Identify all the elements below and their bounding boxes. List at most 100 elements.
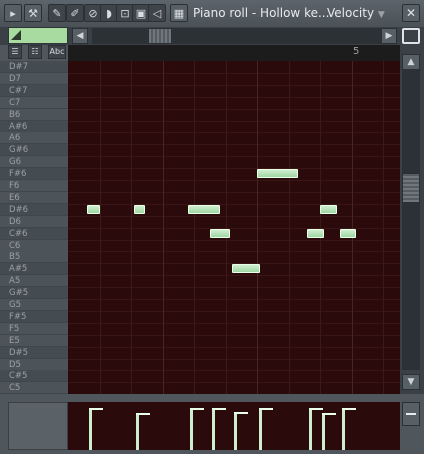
grid-row-line	[68, 251, 400, 252]
piano-key[interactable]: D#7	[0, 61, 68, 73]
velocity-cap	[212, 408, 226, 410]
horizontal-scroll-track[interactable]	[92, 28, 381, 44]
close-button[interactable]: ✕	[402, 4, 420, 22]
velocity-cap	[89, 408, 103, 410]
piano-key[interactable]: B5	[0, 251, 68, 263]
velocity-cap	[259, 408, 273, 410]
grid-row-line	[68, 97, 400, 98]
grid-row-line	[68, 311, 400, 312]
piano-key[interactable]: A5	[0, 275, 68, 287]
piano-key[interactable]: F6	[0, 180, 68, 192]
piano-key[interactable]: D#6	[0, 204, 68, 216]
event-separator[interactable]	[0, 394, 424, 402]
piano-key[interactable]: E6	[0, 192, 68, 204]
velocity-bar[interactable]	[309, 408, 312, 450]
note-block[interactable]	[232, 264, 260, 273]
piano-key[interactable]: B6	[0, 109, 68, 121]
velocity-bar[interactable]	[190, 408, 193, 450]
grid-row-line	[68, 73, 400, 74]
piano-key[interactable]: D#5	[0, 347, 68, 359]
piano-key[interactable]: D6	[0, 216, 68, 228]
piano-key[interactable]: C5	[0, 382, 68, 394]
velocity-cap	[322, 413, 336, 415]
scroll-down-button[interactable]: ▼	[402, 374, 420, 390]
grid-row-line	[68, 85, 400, 86]
velocity-bar[interactable]	[342, 408, 345, 450]
grid-beat-line	[100, 61, 101, 394]
grid-row-line	[68, 275, 400, 276]
velocity-bar[interactable]	[322, 413, 325, 450]
piano-key[interactable]: F#6	[0, 168, 68, 180]
velocity-bar[interactable]	[259, 408, 262, 450]
note-block[interactable]	[340, 229, 356, 238]
piano-key[interactable]: D7	[0, 73, 68, 85]
bar-number: 5	[353, 46, 360, 57]
piano-key[interactable]: G6	[0, 156, 68, 168]
note-grid[interactable]	[68, 61, 400, 394]
scroll-left-button[interactable]: ◀	[72, 28, 88, 44]
grid-beat-line	[383, 61, 384, 394]
pencil-icon[interactable]: ✎	[48, 4, 66, 22]
grid-row-line	[68, 323, 400, 324]
piano-key[interactable]: C#6	[0, 228, 68, 240]
scroll-up-button[interactable]: ▲	[402, 54, 420, 70]
horizontal-scroll-thumb[interactable]	[148, 28, 172, 44]
timeline-ruler[interactable]: 5	[68, 45, 400, 62]
grid-row-line	[68, 144, 400, 145]
piano-key[interactable]: F#5	[0, 311, 68, 323]
piano-key[interactable]: F5	[0, 323, 68, 335]
arrow-icon[interactable]: ▸	[4, 4, 22, 22]
key-menu-icon[interactable]: ☰	[8, 45, 22, 59]
grid-row-line	[68, 180, 400, 181]
note-block[interactable]	[320, 205, 337, 214]
target-param-select[interactable]: Velocity ▼	[327, 6, 385, 20]
grid-beat-line	[131, 61, 132, 394]
velocity-bar[interactable]	[136, 413, 139, 450]
snap-icon[interactable]: ▦	[170, 4, 188, 22]
grid-row-line	[68, 370, 400, 371]
paint-brush-icon[interactable]: ✐	[66, 4, 84, 22]
grid-row-line	[68, 347, 400, 348]
chord-icon[interactable]: ☷	[28, 45, 42, 59]
velocity-cap	[190, 408, 204, 410]
grid-row-line	[68, 287, 400, 288]
piano-key[interactable]: G#6	[0, 144, 68, 156]
note-block[interactable]	[134, 205, 145, 214]
velocity-bar[interactable]	[234, 412, 237, 450]
grid-beat-line	[352, 61, 353, 394]
piano-key[interactable]: G5	[0, 299, 68, 311]
piano-key[interactable]: C#5	[0, 370, 68, 382]
grid-row-line	[68, 335, 400, 336]
scroll-right-button[interactable]: ▶	[381, 28, 397, 44]
note-block[interactable]	[210, 229, 230, 238]
grid-beat-line	[226, 61, 227, 394]
velocity-cap	[234, 412, 248, 414]
note-block[interactable]	[257, 169, 298, 178]
event-editor-label	[8, 402, 68, 450]
velocity-bar[interactable]	[212, 408, 215, 450]
target-param-label: Velocity	[327, 6, 375, 20]
abc-toggle[interactable]: Abc	[48, 45, 66, 59]
note-block[interactable]	[188, 205, 220, 214]
velocity-event-editor[interactable]	[68, 402, 400, 450]
piano-key[interactable]: A#5	[0, 263, 68, 275]
view-toggle-button[interactable]	[402, 28, 420, 44]
piano-key[interactable]: C7	[0, 97, 68, 109]
piano-key[interactable]: G#5	[0, 287, 68, 299]
tool-preview[interactable]	[8, 27, 68, 44]
piano-key[interactable]: A6	[0, 132, 68, 144]
chevron-down-icon: ▼	[377, 10, 385, 20]
grid-row-line	[68, 168, 400, 169]
note-block[interactable]	[307, 229, 324, 238]
vertical-scroll-track[interactable]	[402, 70, 420, 370]
vertical-scroll-thumb[interactable]	[402, 173, 420, 203]
piano-key[interactable]: C#7	[0, 85, 68, 97]
grid-beat-line	[194, 61, 195, 394]
velocity-bar[interactable]	[89, 408, 92, 450]
grid-row-line	[68, 156, 400, 157]
piano-key[interactable]: E5	[0, 335, 68, 347]
note-block[interactable]	[87, 205, 100, 214]
event-editor-toggle[interactable]	[402, 402, 420, 426]
wrench-icon[interactable]: ⚒	[24, 4, 42, 22]
playback-icon[interactable]: ◁	[148, 4, 166, 22]
